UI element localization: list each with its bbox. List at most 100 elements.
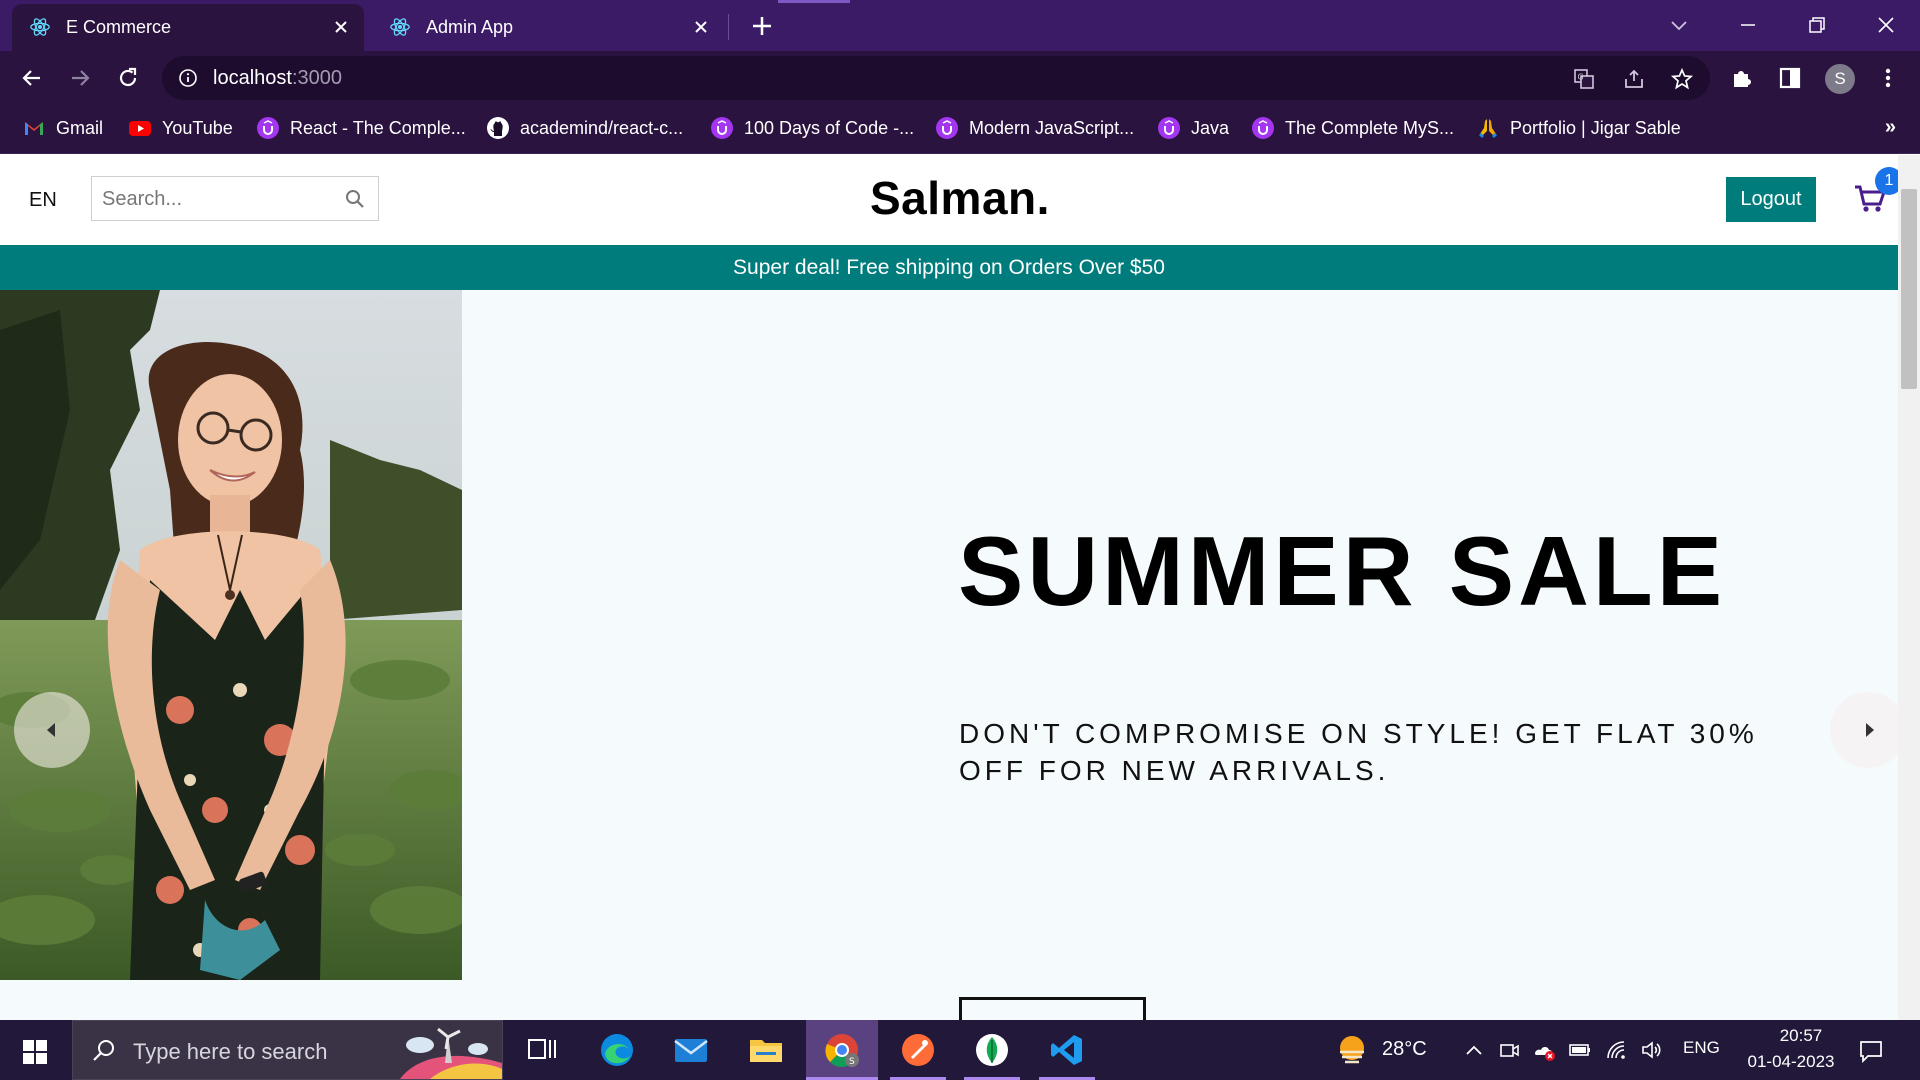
reload-icon[interactable] <box>114 64 142 92</box>
back-arrow-icon[interactable] <box>18 64 46 92</box>
language-selector[interactable]: EN <box>29 189 57 212</box>
address-bar[interactable]: localhost:3000 G <box>162 56 1710 100</box>
weather-temperature[interactable]: 28°C <box>1382 1038 1427 1061</box>
side-panel-icon[interactable] <box>1777 65 1803 91</box>
search-icon <box>93 1040 114 1061</box>
taskbar-mongodb-compass[interactable] <box>956 1020 1028 1080</box>
svg-text:S: S <box>849 1057 855 1067</box>
vscode-icon <box>1051 1035 1082 1065</box>
bookmark-modern-javascript[interactable]: Modern JavaScript... <box>935 115 1134 141</box>
bookmarks-bar: Gmail YouTube React - The Comple... acad… <box>0 104 1920 154</box>
bookmark-complete-mysql[interactable]: The Complete MyS... <box>1251 115 1454 141</box>
tab-separator <box>728 14 729 40</box>
bookmark-label: 100 Days of Code -... <box>744 117 915 138</box>
onedrive-error-icon[interactable] <box>1532 1038 1556 1062</box>
logout-button[interactable]: Logout <box>1726 177 1816 222</box>
bookmark-100-days-of-code[interactable]: 100 Days of Code -... <box>710 115 914 141</box>
url-text: localhost:3000 <box>213 67 342 90</box>
profile-avatar[interactable]: S <box>1825 64 1855 94</box>
udemy-icon <box>257 117 279 139</box>
gmail-icon <box>25 122 43 135</box>
bookmark-label: academind/react-c... <box>520 117 684 138</box>
site-search-box <box>91 176 379 221</box>
close-icon[interactable] <box>692 18 710 36</box>
taskbar-file-explorer[interactable] <box>730 1020 802 1080</box>
folder-icon <box>750 1040 782 1062</box>
bookmark-portfolio[interactable]: Portfolio | Jigar Sable <box>1476 115 1681 141</box>
hero-description: DON'T COMPROMISE ON STYLE! GET FLAT 30% … <box>959 718 1758 786</box>
tab-title: Admin App <box>426 17 514 37</box>
react-icon <box>390 18 410 36</box>
search-highlight-illustration-icon <box>400 1027 502 1079</box>
site-search-input[interactable] <box>102 186 332 212</box>
taskbar-mail[interactable] <box>655 1020 727 1080</box>
bookmark-star-icon[interactable] <box>1670 67 1694 91</box>
hero-photo-illustration <box>0 290 462 980</box>
notification-center-icon[interactable] <box>1858 1038 1884 1064</box>
bookmark-label: YouTube <box>162 117 233 138</box>
edge-browser-icon <box>601 1034 633 1066</box>
windows-taskbar: Type here to search S 28°C ENG 20:57 01-… <box>0 1020 1920 1080</box>
udemy-icon <box>1158 117 1180 139</box>
bookmark-academind-github[interactable]: academind/react-c... <box>486 115 683 141</box>
minimize-icon[interactable] <box>1733 10 1763 40</box>
translate-icon[interactable]: G <box>1572 67 1596 91</box>
site-logo[interactable]: Salman. <box>870 171 1050 225</box>
tab-search-chevron-icon[interactable] <box>1664 10 1694 40</box>
wifi-icon[interactable] <box>1604 1038 1628 1062</box>
new-tab-plus-icon[interactable] <box>749 13 775 39</box>
chrome-icon: S <box>825 1034 859 1067</box>
slider-next-arrow[interactable] <box>1830 692 1906 768</box>
udemy-icon <box>1252 117 1274 139</box>
weather-sun-icon <box>1340 1036 1364 1064</box>
share-icon[interactable] <box>1622 67 1646 91</box>
site-info-icon[interactable] <box>178 68 198 88</box>
tab-title: E Commerce <box>66 17 172 37</box>
slider-prev-arrow[interactable] <box>14 692 90 768</box>
taskbar-search-placeholder: Type here to search <box>133 1039 328 1064</box>
caret-right-icon <box>1866 723 1874 737</box>
search-icon[interactable] <box>344 188 366 210</box>
taskbar-chrome[interactable]: S <box>806 1020 878 1080</box>
extensions-puzzle-icon[interactable] <box>1729 65 1755 91</box>
more-menu-icon[interactable] <box>1875 65 1901 91</box>
udemy-icon <box>711 117 733 139</box>
taskbar-postman[interactable] <box>882 1020 954 1080</box>
task-view-button[interactable] <box>508 1020 580 1080</box>
svg-text:G: G <box>1578 73 1584 82</box>
postman-icon <box>902 1034 934 1066</box>
tab-strip-accent <box>778 0 850 3</box>
github-icon <box>487 117 509 139</box>
clock-date[interactable]: 01-04-2023 <box>1736 1052 1846 1072</box>
bookmark-youtube[interactable]: YouTube <box>128 115 233 141</box>
more-bookmarks-chevron[interactable]: » <box>1885 116 1896 139</box>
battery-icon[interactable] <box>1568 1038 1592 1062</box>
close-icon[interactable] <box>332 18 350 36</box>
site-navbar: EN Salman. Logout 1 <box>0 155 1903 245</box>
bookmark-react-course[interactable]: React - The Comple... <box>256 115 466 141</box>
forward-arrow-icon[interactable] <box>66 64 94 92</box>
tab-admin-app[interactable]: Admin App <box>372 4 724 51</box>
bookmark-gmail[interactable]: Gmail <box>22 115 103 141</box>
bookmark-label: Gmail <box>56 117 104 138</box>
page-scrollbar[interactable] <box>1898 155 1920 1020</box>
shop-now-button[interactable]: SHOP NOW <box>959 997 1146 1020</box>
bookmark-java[interactable]: Java <box>1157 115 1229 141</box>
clock-time[interactable]: 20:57 <box>1760 1026 1842 1046</box>
input-language-indicator[interactable]: ENG <box>1683 1038 1720 1058</box>
taskbar-vscode[interactable] <box>1031 1020 1103 1080</box>
restore-icon[interactable] <box>1802 10 1832 40</box>
scrollbar-thumb[interactable] <box>1901 189 1917 389</box>
task-view-icon <box>528 1039 556 1059</box>
close-window-icon[interactable] <box>1871 10 1901 40</box>
tab-e-commerce[interactable]: E Commerce <box>12 4 364 51</box>
bookmark-label: Portfolio | Jigar Sable <box>1510 117 1681 138</box>
volume-icon[interactable] <box>1640 1038 1664 1062</box>
browser-toolbar: localhost:3000 G S <box>0 51 1920 104</box>
taskbar-edge[interactable] <box>581 1020 653 1080</box>
windows-start-icon[interactable] <box>22 1039 48 1065</box>
meet-now-icon[interactable] <box>1497 1038 1521 1062</box>
taskbar-search-box[interactable]: Type here to search <box>72 1020 503 1080</box>
mongodb-leaf-icon <box>976 1034 1008 1066</box>
chevron-up-icon[interactable] <box>1462 1038 1486 1062</box>
